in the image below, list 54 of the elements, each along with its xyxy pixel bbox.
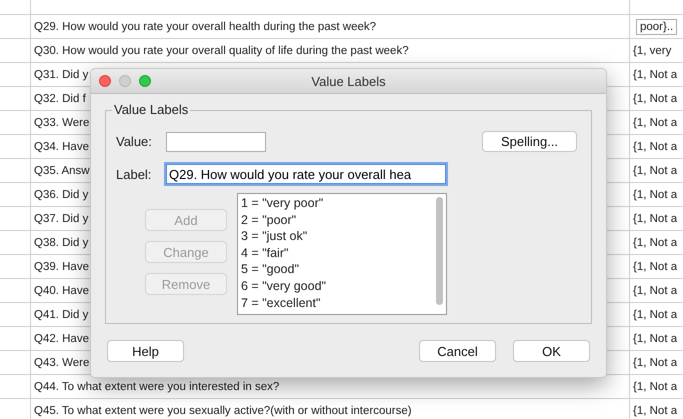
value-labels-cell[interactable]: {1, Not a: [633, 356, 678, 368]
close-icon[interactable]: [99, 75, 111, 87]
dialog-button[interactable]: OK: [513, 340, 590, 362]
question-label: Q43. Were: [34, 356, 90, 368]
list-item[interactable]: 3 = "just ok": [241, 228, 431, 245]
value-labels-cell[interactable]: {1, Not a: [633, 380, 678, 392]
value-labels-cell[interactable]: {1, very: [633, 44, 672, 56]
question-label: Q39. Have: [34, 260, 89, 272]
label-input-field[interactable]: Q29. How would you rate your overall hea: [166, 164, 446, 184]
question-label: Q30. How would you rate your overall quality of life during the past week?: [34, 44, 409, 56]
minimize-icon[interactable]: [119, 75, 131, 87]
zoom-icon[interactable]: [139, 75, 151, 87]
question-label: Q31. Did y: [34, 68, 88, 80]
question-label: Q33. Were: [34, 116, 90, 128]
question-label: Q44. To what extent were you interested in sex?: [34, 380, 280, 392]
list-item[interactable]: 4 = "fair": [241, 244, 431, 262]
question-label: Q45. To what extent were you sexually active?(with or without intercourse): [34, 404, 412, 416]
list-item[interactable]: 2 = "poor": [241, 212, 431, 228]
value-labels-cell[interactable]: {1, Not a: [633, 164, 678, 176]
question-label: Q36. Did y: [34, 188, 88, 200]
value-labels-cell[interactable]: {1, Not a: [633, 332, 678, 344]
value-labels-cell[interactable]: {1, Not a: [633, 68, 678, 80]
value-labels-cell[interactable]: {1, Not a: [633, 284, 678, 296]
question-label: Q32. Did f: [34, 92, 86, 104]
value-input-field[interactable]: [166, 132, 266, 152]
list-item[interactable]: 1 = "very poor": [241, 195, 431, 212]
value-labels-cell[interactable]: {1, Not a: [633, 404, 678, 416]
value-labels-cell[interactable]: {1, Not a: [633, 140, 678, 152]
window-title: Value Labels: [311, 74, 386, 88]
question-label: Q42. Have: [34, 332, 89, 344]
question-label: Q38. Did y: [34, 236, 88, 248]
value-labels-cell[interactable]: poor}..: [636, 18, 678, 34]
question-label: Q41. Did y: [34, 308, 88, 320]
list-item[interactable]: 5 = "good": [241, 261, 431, 278]
question-label: Q34. Have: [34, 140, 89, 152]
dialog-button[interactable]: Cancel: [419, 340, 496, 362]
question-label: Q29. How would you rate your overall health during the past week?: [34, 20, 376, 32]
question-label: Q35. Answ: [34, 164, 90, 176]
list-item[interactable]: 7 = "excellent": [241, 294, 431, 312]
group-title: Value Labels: [112, 102, 190, 117]
value-labels-cell[interactable]: {1, Not a: [633, 212, 678, 224]
field-label: Label:: [116, 166, 152, 182]
value-labels-cell[interactable]: {1, Not a: [633, 308, 678, 320]
value-labels-cell[interactable]: {1, Not a: [633, 260, 678, 272]
dialog-button[interactable]: Help: [107, 340, 184, 362]
value-labels-cell[interactable]: {1, Not a: [633, 92, 678, 104]
value-labels-cell[interactable]: {1, Not a: [633, 188, 678, 200]
question-label: Q37. Did y: [34, 212, 88, 224]
spelling-button[interactable]: Spelling...: [482, 131, 577, 152]
value-labels-cell[interactable]: {1, Not a: [633, 116, 678, 128]
value-labels-cell[interactable]: {1, Not a: [633, 236, 678, 248]
list-item[interactable]: 6 = "very good": [241, 278, 431, 295]
field-label: Value:: [116, 134, 153, 149]
question-label: Q40. Have: [34, 284, 89, 296]
